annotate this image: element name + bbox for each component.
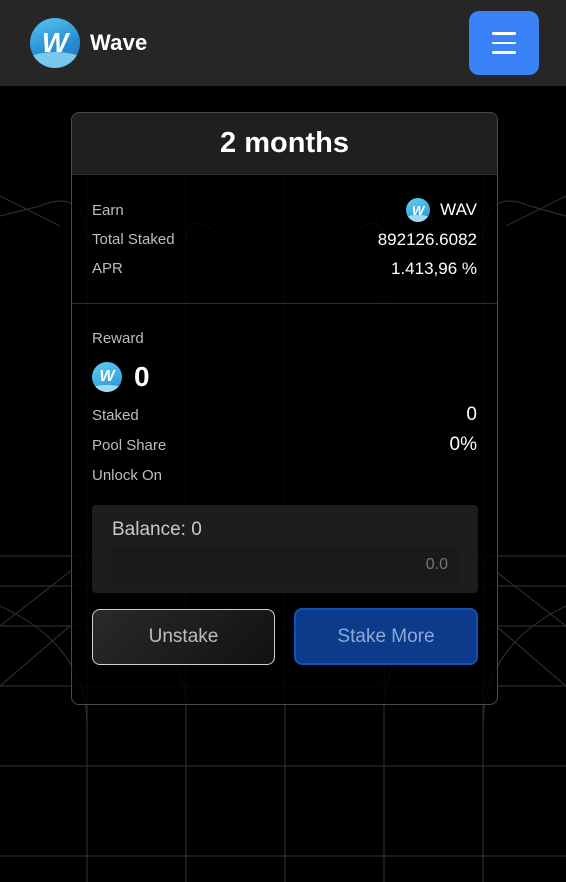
apr-label: APR (92, 260, 123, 277)
wave-logo-icon[interactable]: W (30, 18, 80, 68)
unstake-button[interactable]: Unstake (92, 609, 275, 665)
top-header: W Wave (0, 0, 566, 86)
pool-share-row: Pool Share 0% (92, 430, 477, 460)
earn-token: W WAV (406, 198, 477, 222)
staked-row: Staked 0 (92, 400, 477, 430)
earn-label: Earn (92, 201, 124, 219)
pool-share-value: 0% (449, 434, 477, 455)
brand-name[interactable]: Wave (90, 30, 147, 56)
staking-pool-card: 2 months Earn W WAV Total Staked 892126.… (71, 112, 498, 705)
reward-amount-row: W 0 (92, 360, 477, 394)
user-stake-section: Reward W 0 Staked 0 Pool Share 0% Unlock… (72, 326, 497, 490)
stake-more-button[interactable]: Stake More (294, 608, 478, 665)
pool-info: Earn W WAV Total Staked 892126.6082 APR … (72, 175, 497, 283)
logo-letter: W (41, 27, 69, 58)
pool-title: 2 months (220, 127, 349, 159)
earn-token-symbol: WAV (440, 200, 477, 219)
token-letter: W (99, 368, 115, 385)
reward-label-row: Reward (92, 326, 477, 350)
total-staked-row: Total Staked 892126.6082 (92, 225, 477, 254)
staked-label: Staked (92, 406, 139, 424)
wav-token-icon: W (92, 362, 122, 392)
unlock-on-label: Unlock On (92, 466, 163, 484)
balance-panel: Balance: 0 (92, 505, 478, 593)
apr-value: 1.413,96 % (390, 258, 477, 278)
earn-row: Earn W WAV (92, 197, 477, 223)
token-letter: W (412, 202, 425, 218)
apr-row: APR 1.413,96 % (92, 254, 477, 283)
reward-value: 0 (134, 361, 150, 392)
unlock-on-row: Unlock On (92, 460, 477, 490)
balance-label: Balance: 0 (112, 519, 202, 540)
staked-value: 0 (466, 404, 477, 425)
pool-share-label: Pool Share (92, 436, 167, 454)
wav-token-icon: W (406, 198, 431, 222)
total-staked-value: 892126.6082 (377, 229, 477, 249)
reward-label: Reward (92, 329, 144, 347)
menu-button[interactable] (469, 11, 539, 75)
stake-amount-input[interactable] (112, 547, 458, 583)
section-divider (72, 303, 497, 304)
total-staked-label: Total Staked (92, 231, 175, 248)
hamburger-menu-icon (492, 32, 516, 35)
card-header: 2 months (72, 113, 497, 175)
